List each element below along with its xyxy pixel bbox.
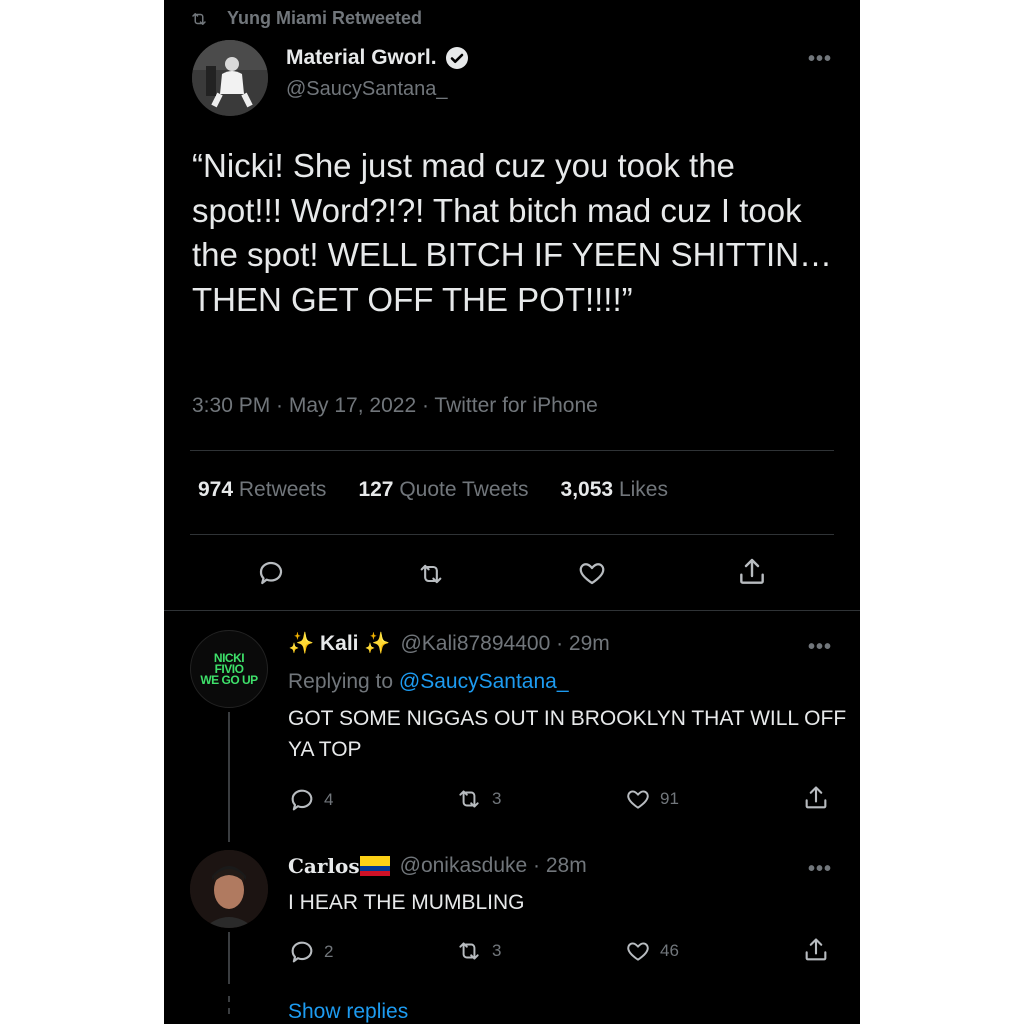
retweet-button[interactable] — [414, 560, 448, 588]
colombia-flag-icon — [359, 856, 390, 876]
thread-line — [228, 712, 230, 842]
share-button[interactable] — [802, 784, 830, 812]
avatar-text-line: WE GO UP — [200, 672, 258, 687]
reply-count: 4 — [324, 790, 334, 809]
reply-handle-time[interactable]: @Kali87894400 · 29m — [400, 632, 609, 656]
more-options-icon[interactable]: ••• — [808, 636, 832, 659]
likes-count: 3,053 — [560, 478, 614, 501]
reply-text: I HEAR THE MUMBLING — [288, 891, 525, 914]
like-button[interactable]: 91 — [624, 786, 679, 812]
reply-avatar-kali[interactable]: NICKI FIVIO WE GO UP — [190, 630, 268, 708]
reply-button[interactable]: 2 — [288, 938, 333, 966]
show-replies-link[interactable]: Show replies — [288, 1000, 408, 1024]
tweet-thread-panel: Yung Miami Retweeted Material Gworl. @Sa… — [164, 0, 860, 1024]
reply-button[interactable]: 4 — [288, 786, 333, 814]
reply-icon — [288, 938, 316, 966]
likes-stat[interactable]: 3,053 Likes — [561, 478, 668, 502]
replying-to-label: Replying to — [288, 670, 394, 693]
retweet-button[interactable]: 3 — [454, 786, 501, 812]
reply-avatar-carlos[interactable] — [190, 850, 268, 928]
main-author-avatar[interactable] — [192, 40, 268, 116]
divider — [190, 534, 834, 535]
share-icon — [802, 936, 830, 964]
share-button[interactable] — [736, 556, 768, 588]
more-options-icon[interactable]: ••• — [808, 48, 832, 71]
reply-author-name[interactable]: ✨ Kali ✨ — [288, 632, 390, 656]
like-button[interactable]: 46 — [624, 938, 679, 964]
share-button[interactable] — [802, 936, 830, 964]
thread-dot — [228, 996, 230, 1002]
reply-author-name[interactable]: Carlos — [288, 854, 360, 878]
reply-icon — [256, 558, 286, 588]
like-count: 46 — [660, 941, 679, 960]
retweets-count: 974 — [198, 478, 234, 501]
replying-to: Replying to @SaucySantana_ — [288, 670, 569, 694]
divider — [190, 450, 834, 451]
retweet-icon — [189, 10, 209, 28]
like-count: 91 — [660, 789, 679, 808]
retweets-stat[interactable]: 974 Retweets — [198, 478, 326, 502]
retweet-count: 3 — [492, 789, 502, 808]
retweet-button[interactable]: 3 — [454, 938, 501, 964]
likes-label: Likes — [618, 478, 668, 501]
quote-tweets-count: 127 — [358, 478, 394, 501]
retweets-label: Retweets — [238, 478, 327, 501]
quote-tweets-label: Quote Tweets — [399, 478, 529, 501]
reply-icon — [288, 786, 316, 814]
retweet-icon — [454, 938, 484, 964]
tweet-timestamp[interactable]: 3:30 PM · May 17, 2022 · Twitter for iPh… — [192, 394, 598, 418]
share-icon — [802, 784, 830, 812]
retweet-icon — [414, 560, 448, 588]
retweet-icon — [454, 786, 484, 812]
thread-line — [228, 932, 230, 984]
more-options-icon[interactable]: ••• — [808, 858, 832, 881]
thread-dot — [228, 1008, 230, 1014]
share-icon — [736, 556, 768, 588]
divider — [164, 610, 860, 611]
tweet-stats: 974 Retweets 127 Quote Tweets 3,053 Like… — [198, 478, 668, 502]
heart-icon — [624, 786, 652, 812]
replying-to-link[interactable]: @SaucySantana_ — [399, 670, 569, 693]
heart-icon — [576, 558, 608, 588]
reply-handle-time[interactable]: @onikasduke · 28m — [400, 854, 587, 878]
heart-icon — [624, 938, 652, 964]
retweet-count: 3 — [492, 941, 502, 960]
main-author-name[interactable]: Material Gworl. — [286, 46, 437, 70]
main-author-handle[interactable]: @SaucySantana_ — [286, 78, 448, 101]
tweet-text: “Nicki! She just mad cuz you took the sp… — [192, 147, 832, 318]
reply-text: GOT SOME NIGGAS OUT IN BROOKLYN THAT WIL… — [288, 707, 847, 761]
reply-count: 2 — [324, 942, 334, 961]
quote-tweets-stat[interactable]: 127 Quote Tweets — [358, 478, 528, 502]
like-button[interactable] — [576, 558, 608, 588]
retweet-banner[interactable]: Yung Miami Retweeted — [189, 8, 422, 29]
reply-button[interactable] — [256, 558, 286, 588]
verified-badge-icon — [445, 46, 469, 70]
retweet-banner-text: Yung Miami Retweeted — [227, 8, 423, 28]
